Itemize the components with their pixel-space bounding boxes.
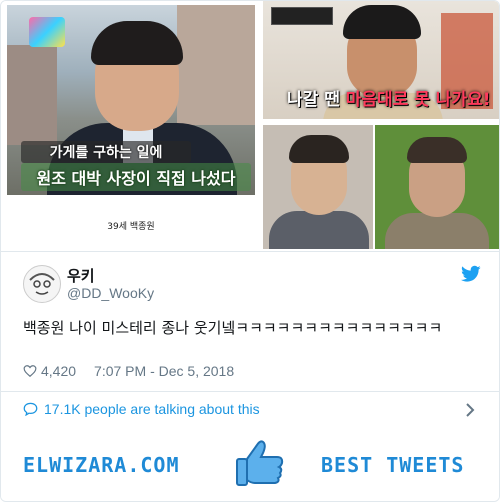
user-handle[interactable]: @DD_WooKy [67,285,154,301]
photo2-caption: 나갈 땐 마음대로 못 나가요! [287,85,490,110]
footer-tagline: BEST TWEETS [321,453,465,477]
photo-tv-show[interactable]: 나갈 땐 마음대로 못 나가요! [263,1,499,119]
timestamp[interactable]: 7:07 PM - Dec 5, 2018 [94,363,234,379]
photo-collage[interactable]: 가게를 구하는 일에 원조 대박 사장이 직접 나섰다 39세 백종원 나갈 땐… [1,1,499,251]
tweet-text: 백종원 나이 미스테리 종나 웃기넼ㅋㅋㅋㅋㅋㅋㅋㅋㅋㅋㅋㅋㅋㅋㅋ [23,319,443,337]
avatar[interactable] [23,265,61,303]
site-name[interactable]: ELWIZARA.COM [23,453,180,477]
avatar-illustration [29,273,55,295]
photo1-caption-line1: 가게를 구하는 일에 [21,141,191,163]
chevron-right-icon[interactable] [465,403,475,417]
tweet-card[interactable]: 가게를 구하는 일에 원조 대박 사장이 직접 나섰다 39세 백종원 나갈 땐… [0,0,500,502]
conversation-link[interactable]: 17.1K people are talking about this [23,401,260,417]
twitter-bird-icon[interactable] [461,265,481,283]
divider [1,391,499,392]
heart-icon[interactable] [23,364,37,378]
photo-portrait-left[interactable] [263,125,373,249]
photo-news-interview[interactable]: 가게를 구하는 일에 원조 대박 사장이 직접 나섰다 [7,5,255,195]
photo1-caption-line2: 원조 대박 사장이 직접 나섰다 [21,163,251,191]
photo1-label: 39세 백종원 [107,222,155,232]
photo2-caption-pre: 나갈 땐 [287,90,346,110]
conversation-label[interactable]: 17.1K people are talking about this [44,401,260,417]
photo2-caption-highlight: 마음대로 못 나가요! [345,90,491,110]
display-name[interactable]: 우키 [67,265,95,286]
divider [1,251,499,252]
like-count[interactable]: 4,420 [41,363,76,379]
tv-logo [29,17,65,47]
photo-portrait-right[interactable] [375,125,499,249]
thumbs-up-icon [236,440,284,486]
tweet-meta: 4,420 7:07 PM - Dec 5, 2018 [23,363,234,379]
comment-bubble-icon [23,402,38,416]
